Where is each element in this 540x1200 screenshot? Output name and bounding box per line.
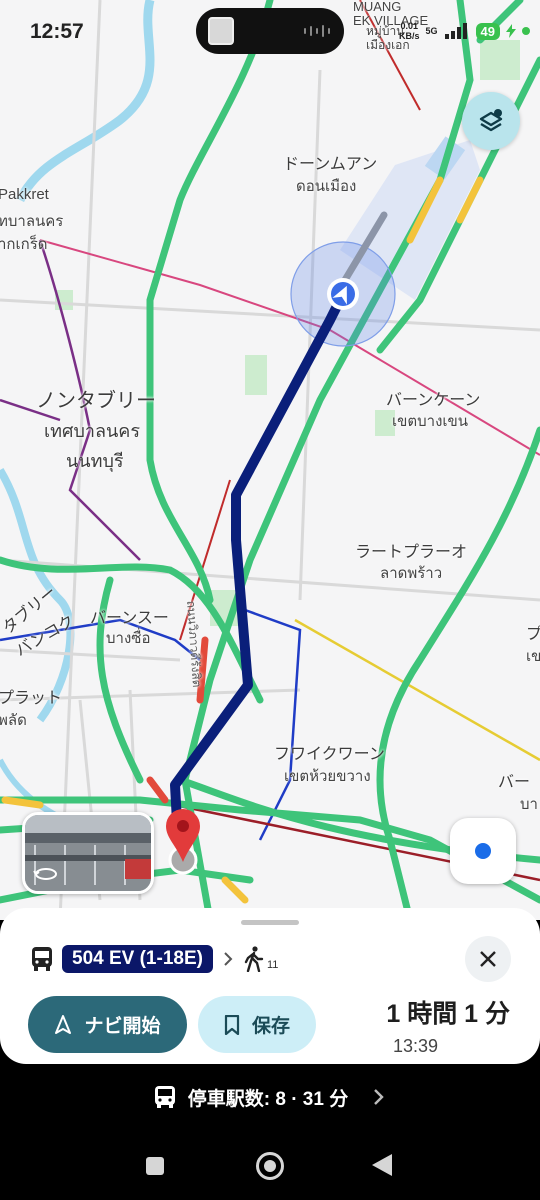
- home-button[interactable]: [256, 1152, 284, 1180]
- navigation-arrow-icon: [55, 1014, 72, 1034]
- map-label-edge-2: เข: [526, 648, 540, 665]
- map-label-edge-3: バー: [498, 774, 531, 791]
- bus-route-badge: 504 EV (1-18E): [62, 945, 213, 973]
- save-label: 保存: [251, 1016, 290, 1037]
- system-navigation-bar: [0, 1130, 540, 1200]
- my-location-button[interactable]: [450, 818, 516, 884]
- route-summary[interactable]: 504 EV (1-18E) 11: [30, 942, 278, 976]
- trip-duration: 1 時間 1 分: [386, 1000, 510, 1028]
- my-location-icon: [475, 843, 491, 859]
- audio-wave-icon: [304, 25, 330, 37]
- map-label-pakkret-th2: ากเกร็ด: [0, 236, 48, 253]
- directions-sheet[interactable]: 504 EV (1-18E) 11 ナビ開始 保存 1 時間 1 分 13:39: [0, 908, 540, 1064]
- dynamic-island[interactable]: [196, 8, 344, 54]
- map-label-huai-khwang-th: เขตห้วยขวาง: [284, 768, 371, 785]
- map-label-plat-th: พลัด: [0, 712, 27, 729]
- stops-summary-text: 停車駅数: 8 · 31 分: [187, 1088, 349, 1110]
- chevron-right-icon: [374, 1089, 384, 1105]
- status-icons: 0.01 KB/s 5G 49: [399, 14, 530, 48]
- map-label-pakkret: Pakkret: [0, 186, 49, 203]
- map-label-nonthaburi-th2: นนทบุรี: [66, 451, 124, 471]
- map-label-lat-phrao-th: ลาดพร้าว: [380, 565, 443, 582]
- map-label-edge-1: プ: [526, 626, 540, 643]
- map-label-pakkret-th1: ทบาลนคร: [0, 213, 64, 230]
- bus-icon: [32, 947, 52, 971]
- map-label-don-mueang: ドーンムアン: [283, 156, 378, 173]
- notification-dot: [522, 27, 530, 35]
- status-bar: 12:57 0.01 KB/s 5G 49: [0, 0, 540, 62]
- street-view-thumbnail[interactable]: [22, 812, 154, 894]
- map-label-lat-phrao: ラートプラーオ: [355, 544, 468, 561]
- map-label-bang-sue: バーンスー: [90, 610, 169, 627]
- walk-minutes: 11: [266, 959, 279, 971]
- map-label-bang-sue-th: บางซื่อ: [106, 630, 151, 647]
- map-label-nonthaburi: ノンタブリー: [36, 390, 156, 412]
- layers-button[interactable]: [462, 92, 520, 150]
- signal-icon: [444, 23, 467, 39]
- arrival-time: 13:39: [393, 1036, 439, 1056]
- close-icon: [480, 951, 496, 967]
- start-navigation-label: ナビ開始: [84, 1016, 161, 1037]
- status-time: 12:57: [30, 20, 84, 43]
- map-label-bang-khen-th: เขตบางเขน: [392, 413, 469, 430]
- network-type: 5G: [425, 26, 438, 36]
- map-label-edge-4: บา: [520, 796, 538, 813]
- bus-icon: [154, 1086, 175, 1108]
- media-thumbnail: [208, 17, 234, 45]
- layers-icon: [479, 109, 503, 132]
- map-label-bang-khen: バーンケーン: [386, 392, 481, 409]
- 360-view-icon: [33, 868, 57, 880]
- bookmark-icon: [224, 1014, 240, 1035]
- battery-level: 49: [475, 22, 500, 40]
- map-label-don-mueang-th: ดอนเมือง: [296, 178, 357, 195]
- start-navigation-button[interactable]: ナビ開始: [28, 996, 187, 1053]
- back-button[interactable]: [372, 1154, 392, 1176]
- recents-button[interactable]: [146, 1157, 164, 1175]
- map-label-plat: プラット: [0, 690, 63, 707]
- sheet-drag-handle[interactable]: [241, 920, 299, 925]
- map-canvas[interactable]: MUANG EK VILLAGE หมู่บ้าน เมืองเอก ドーンムア…: [0, 0, 540, 920]
- charging-icon: [506, 24, 516, 38]
- chevron-right-icon: [224, 952, 233, 966]
- network-speed: 0.01 KB/s: [399, 21, 420, 41]
- map-label-huai-khwang: フワイクワーン: [274, 746, 385, 763]
- save-button[interactable]: 保存: [198, 996, 316, 1053]
- walk-icon: [244, 946, 264, 972]
- map-label-nonthaburi-th1: เทศบาลนคร: [44, 421, 141, 441]
- stops-summary-bar[interactable]: 停車駅数: 8 · 31 分: [0, 1064, 540, 1130]
- close-button[interactable]: [465, 936, 511, 982]
